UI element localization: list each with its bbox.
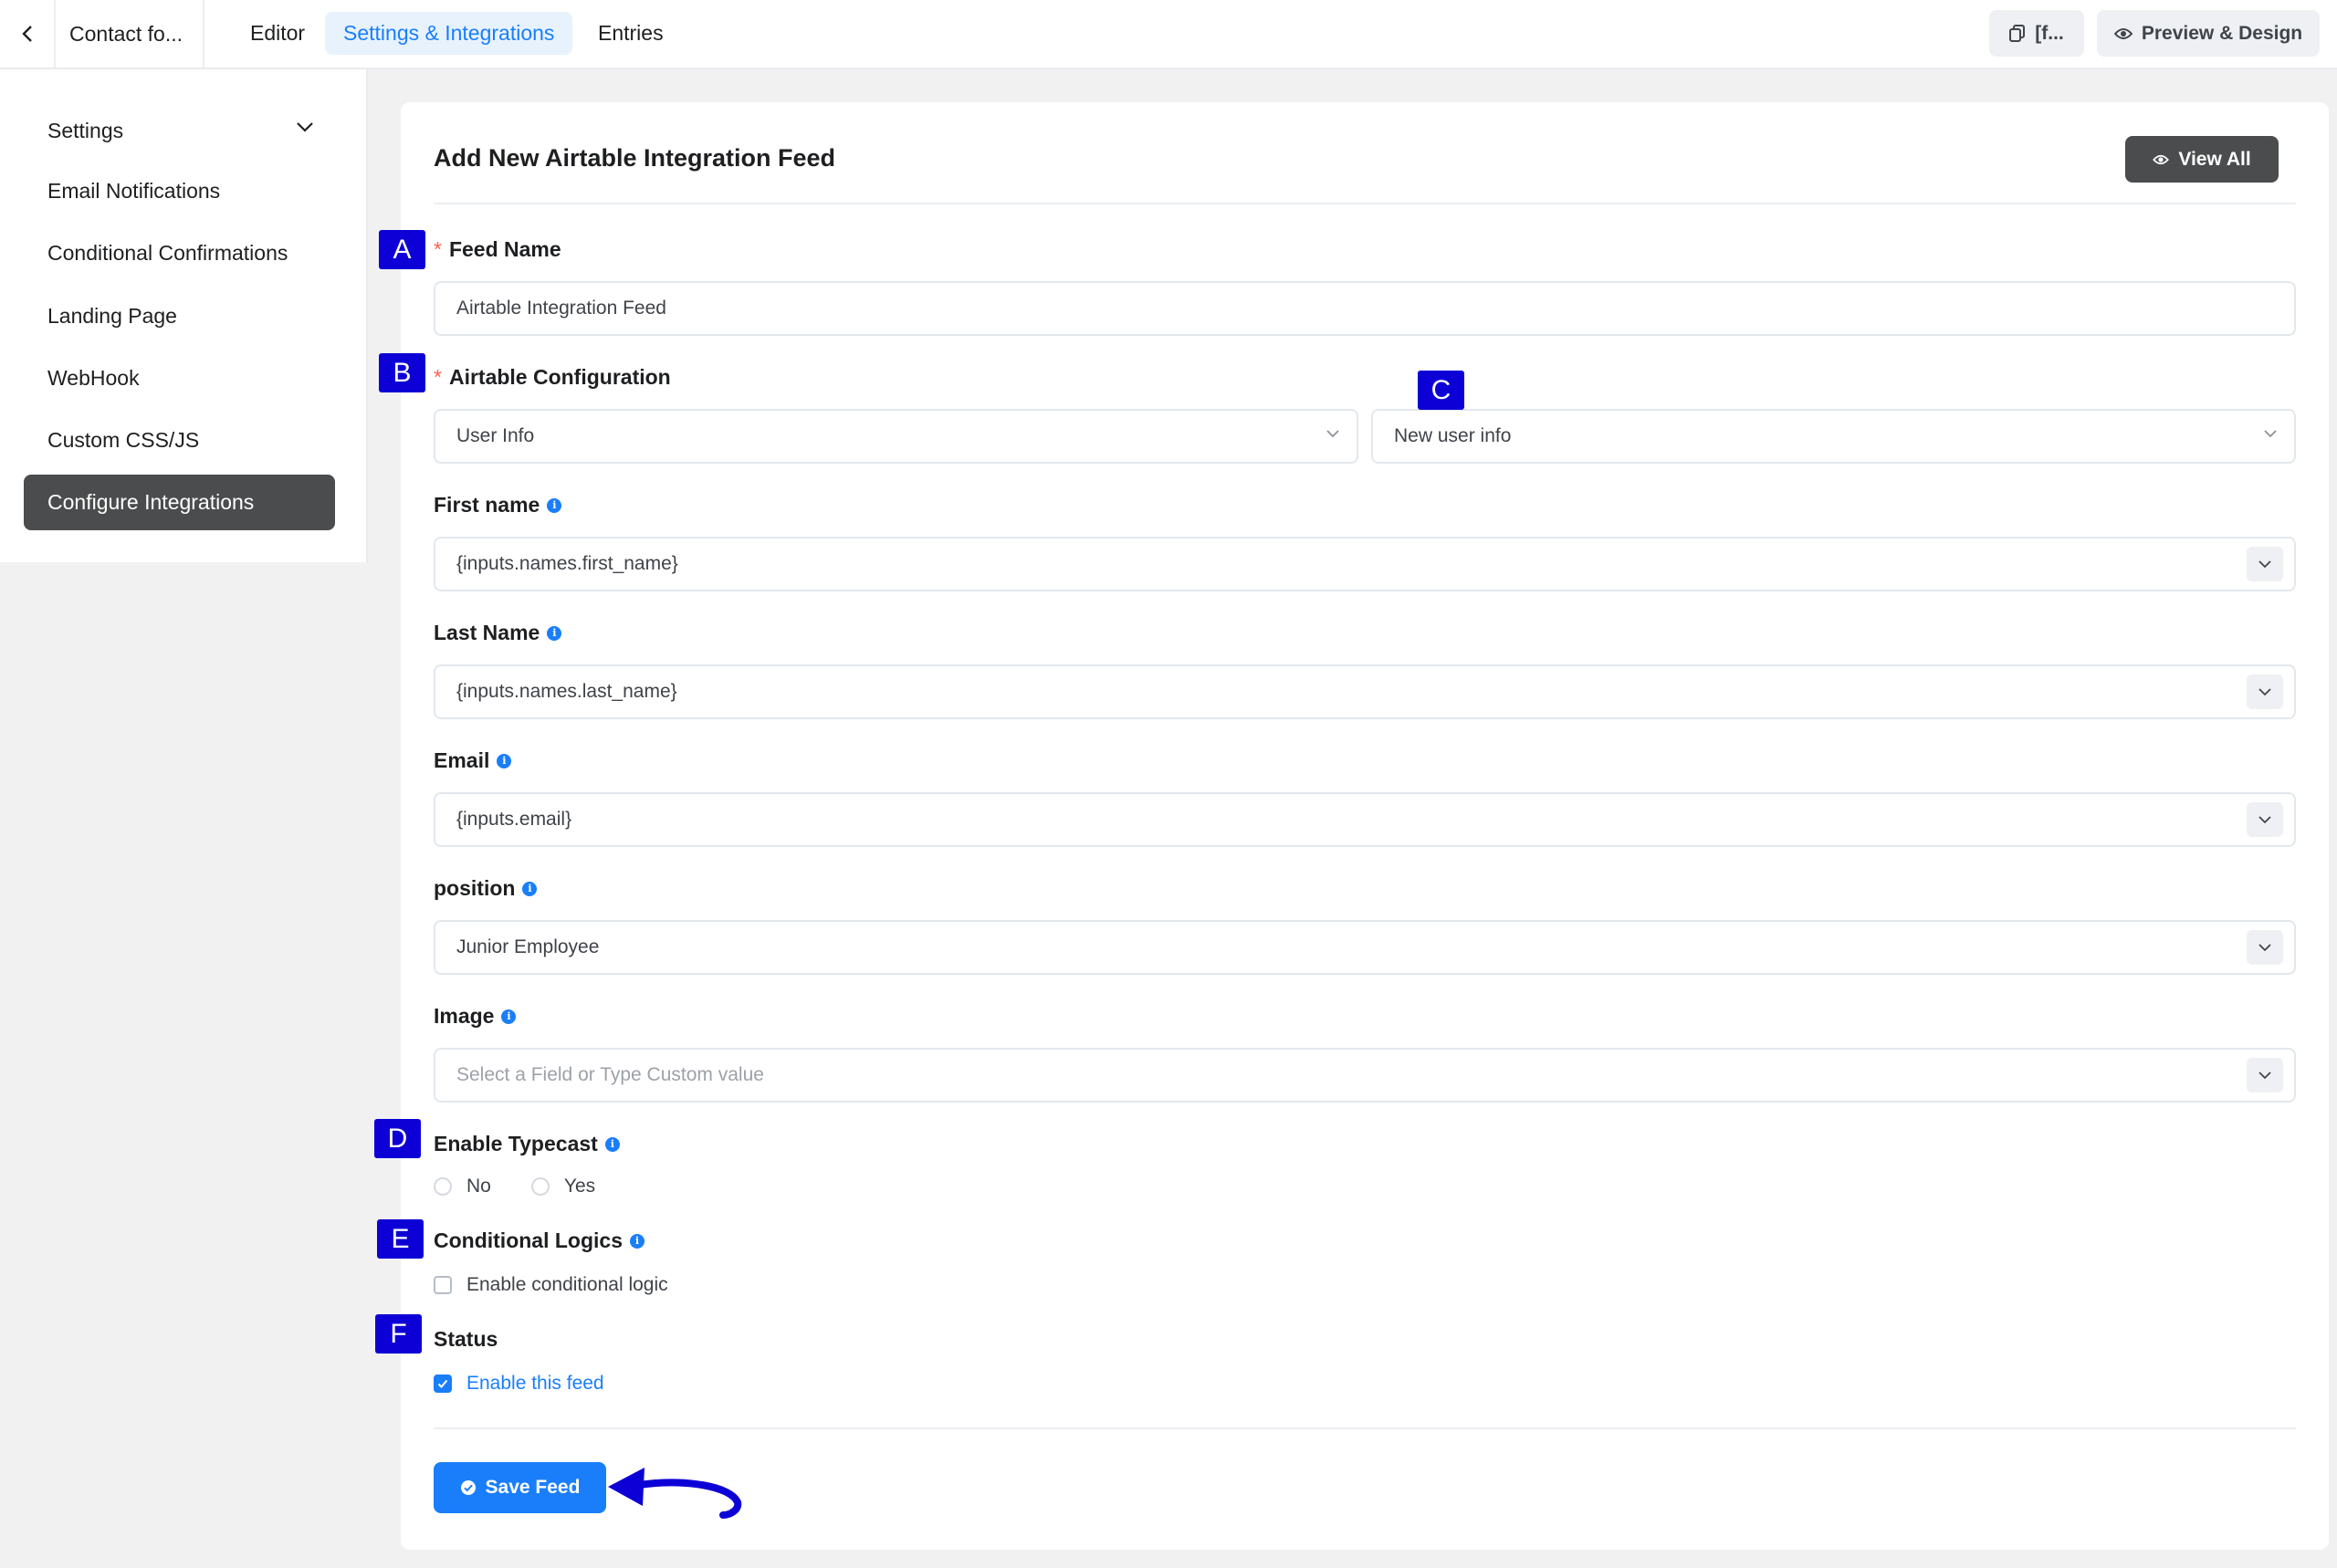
typecast-yes-label[interactable]: Yes: [564, 1176, 595, 1197]
info-icon[interactable]: i: [501, 1009, 517, 1024]
email-field[interactable]: {inputs.email}: [434, 792, 2296, 847]
sidebar-item-label: Landing Page: [47, 304, 177, 328]
typecast-no-radio[interactable]: [434, 1177, 452, 1196]
sidebar-item-label: WebHook: [47, 366, 140, 390]
feed-name-input[interactable]: Airtable Integration Feed: [434, 281, 2296, 336]
status-label: Status: [434, 1327, 498, 1351]
chevron-down-icon: [1326, 430, 1339, 438]
annotation-badge-b: B: [379, 353, 425, 392]
required-asterisk: *: [434, 365, 442, 389]
info-icon[interactable]: i: [604, 1136, 620, 1152]
enable-typecast-label: Enable Typecast i: [434, 1132, 620, 1156]
chevron-down-icon: [2258, 688, 2271, 696]
conditional-logic-label[interactable]: Enable conditional logic: [466, 1274, 668, 1296]
annotation-badge-d: D: [374, 1119, 421, 1158]
annotation-badge-a: A: [379, 230, 425, 269]
sidebar-item-webhook[interactable]: WebHook: [24, 350, 335, 406]
typecast-yes-radio[interactable]: [530, 1177, 550, 1196]
tab-settings-integrations[interactable]: Settings & Integrations: [325, 12, 573, 55]
sidebar-item-custom-css-js[interactable]: Custom CSS/JS: [24, 413, 335, 468]
conditional-logic-checkbox[interactable]: [434, 1276, 452, 1294]
info-icon[interactable]: i: [547, 497, 562, 513]
preview-design-button[interactable]: Preview & Design: [2097, 10, 2320, 57]
info-icon[interactable]: i: [547, 625, 562, 641]
field-dropdown-button[interactable]: [2247, 1058, 2283, 1092]
chevron-left-icon: [21, 26, 32, 42]
feed-name-label: * Feed Name: [434, 237, 561, 261]
annotation-arrow-icon: [608, 1468, 742, 1519]
image-field[interactable]: Select a Field or Type Custom value: [434, 1048, 2296, 1103]
integration-feed-card: Add New Airtable Integration Feed View A…: [401, 102, 2329, 1550]
preview-label: Preview & Design: [2141, 22, 2303, 44]
annotation-badge-c: C: [1418, 371, 1464, 410]
last-name-field[interactable]: {inputs.names.last_name}: [434, 664, 2296, 719]
info-icon[interactable]: i: [522, 881, 538, 896]
conditional-logic-option: Enable conditional logic: [434, 1274, 668, 1296]
sidebar-item-label: Conditional Confirmations: [47, 241, 288, 265]
divider: [434, 1427, 2296, 1429]
sidebar-item-configure-integrations[interactable]: Configure Integrations: [24, 475, 335, 530]
eye-icon: [2153, 154, 2170, 164]
sidebar-item-landing-page[interactable]: Landing Page: [24, 288, 335, 344]
chevron-down-icon: [297, 122, 313, 132]
save-feed-label: Save Feed: [485, 1477, 581, 1498]
annotation-badge-f: F: [375, 1314, 422, 1354]
eye-icon: [2113, 27, 2133, 39]
position-label: position i: [434, 876, 538, 901]
check-circle-icon: [460, 1480, 476, 1495]
shortcode-button[interactable]: [f...: [1989, 10, 2084, 57]
field-dropdown-button[interactable]: [2247, 547, 2283, 581]
form-name[interactable]: Contact fo...: [56, 0, 204, 68]
top-bar: Contact fo... Editor Settings & Integrat…: [0, 0, 2337, 69]
copy-icon: [2009, 24, 2026, 42]
airtable-configuration-label: * Airtable Configuration: [434, 365, 671, 389]
view-all-label: View All: [2178, 148, 2251, 170]
tab-entries[interactable]: Entries: [580, 12, 682, 55]
typecast-radio-group: No Yes: [434, 1176, 595, 1197]
sidebar-item-settings[interactable]: Settings: [24, 103, 335, 159]
enable-feed-label[interactable]: Enable this feed: [466, 1373, 604, 1395]
sidebar-item-label: Configure Integrations: [47, 490, 255, 514]
view-all-button[interactable]: View All: [2125, 136, 2279, 183]
airtable-table-select[interactable]: New user info: [1371, 409, 2296, 464]
required-asterisk: *: [434, 237, 442, 261]
page-title: Add New Airtable Integration Feed: [434, 144, 836, 172]
first-name-label: First name i: [434, 493, 562, 517]
position-field[interactable]: Junior Employee: [434, 920, 2296, 975]
divider: [434, 203, 2296, 204]
last-name-label: Last Name i: [434, 621, 562, 645]
field-dropdown-button[interactable]: [2247, 930, 2283, 965]
annotation-badge-e: E: [377, 1219, 424, 1259]
save-feed-button[interactable]: Save Feed: [434, 1462, 606, 1513]
sidebar-item-label: Custom CSS/JS: [47, 428, 200, 452]
chevron-down-icon: [2258, 1071, 2271, 1080]
sidebar-item-label: Settings: [47, 119, 124, 142]
info-icon[interactable]: i: [497, 753, 512, 768]
field-dropdown-button[interactable]: [2247, 802, 2283, 837]
tab-editor[interactable]: Editor: [232, 12, 323, 55]
chevron-down-icon: [2258, 816, 2271, 824]
status-option: Enable this feed: [434, 1373, 604, 1395]
field-dropdown-button[interactable]: [2247, 674, 2283, 709]
shortcode-label: [f...: [2035, 22, 2064, 44]
info-icon[interactable]: i: [630, 1233, 645, 1249]
typecast-no-label[interactable]: No: [466, 1176, 491, 1197]
airtable-base-select[interactable]: User Info: [434, 409, 1358, 464]
chevron-down-icon: [2264, 430, 2277, 438]
first-name-field[interactable]: {inputs.names.first_name}: [434, 537, 2296, 591]
checkmark-icon: [437, 1379, 448, 1388]
enable-feed-checkbox[interactable]: [434, 1375, 452, 1393]
sidebar-item-label: Email Notifications: [47, 179, 221, 203]
settings-sidebar: Settings Email Notifications Conditional…: [0, 69, 368, 562]
image-label: Image i: [434, 1004, 517, 1029]
conditional-logics-label: Conditional Logics i: [434, 1228, 645, 1253]
sidebar-item-conditional-confirmations[interactable]: Conditional Confirmations: [24, 225, 335, 281]
chevron-down-icon: [2258, 944, 2271, 952]
sidebar-item-email-notifications[interactable]: Email Notifications: [24, 163, 335, 219]
chevron-down-icon: [2258, 560, 2271, 569]
email-label: Email i: [434, 748, 512, 773]
back-button[interactable]: [0, 0, 56, 68]
